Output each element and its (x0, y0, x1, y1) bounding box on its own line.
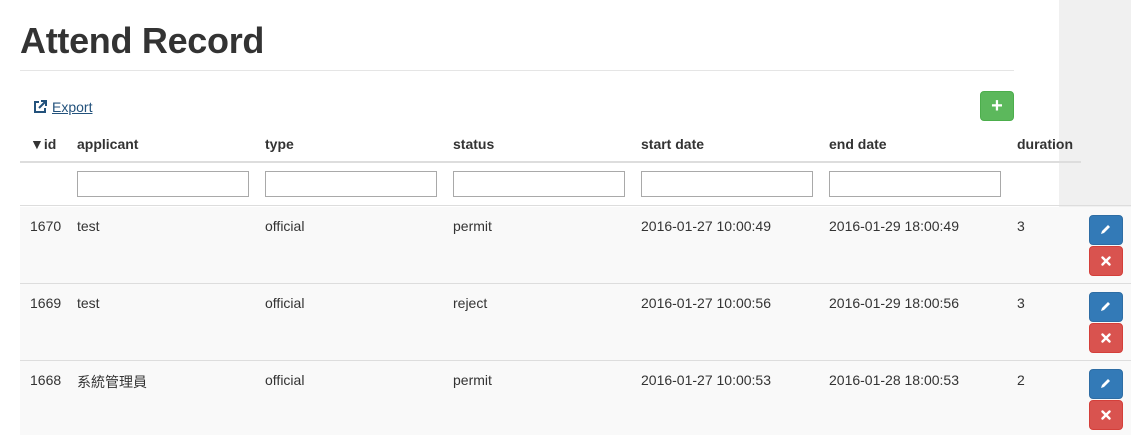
cell-duration: 2 (1017, 372, 1025, 388)
cell-start-date: 2016-01-27 10:00:53 (641, 372, 771, 388)
cell-applicant: test (77, 295, 100, 311)
column-header-start-date[interactable]: start date (641, 136, 704, 152)
column-header-duration[interactable]: duration (1017, 136, 1073, 152)
column-header-id[interactable]: ▼id (30, 136, 56, 152)
edit-button[interactable] (1089, 215, 1123, 245)
cell-applicant: 系統管理員 (77, 374, 147, 390)
cell-type: official (265, 372, 305, 388)
cell-id: 1670 (30, 218, 62, 234)
cell-id: 1668 (30, 372, 62, 388)
cell-status: permit (453, 218, 492, 234)
column-header-id-label: id (43, 136, 57, 152)
filter-start-date-input[interactable] (641, 171, 813, 197)
column-header-end-date[interactable]: end date (829, 136, 887, 152)
cell-end-date: 2016-01-29 18:00:49 (829, 218, 959, 234)
cell-status: permit (453, 372, 492, 388)
edit-button[interactable] (1089, 369, 1123, 399)
cell-start-date: 2016-01-27 10:00:56 (641, 295, 771, 311)
filter-status-input[interactable] (453, 171, 625, 197)
external-link-icon (33, 100, 47, 114)
close-icon (1101, 254, 1111, 269)
pencil-icon (1100, 300, 1112, 315)
export-label: Export (52, 99, 93, 115)
cell-end-date: 2016-01-29 18:00:56 (829, 295, 959, 311)
table-row (20, 361, 1131, 435)
close-icon (1101, 331, 1111, 346)
delete-button[interactable] (1089, 400, 1123, 430)
cell-end-date: 2016-01-28 18:00:53 (829, 372, 959, 388)
pencil-icon (1100, 377, 1112, 392)
cell-duration: 3 (1017, 218, 1025, 234)
delete-button[interactable] (1089, 246, 1123, 276)
table-row (20, 207, 1131, 283)
delete-button[interactable] (1089, 323, 1123, 353)
column-header-type[interactable]: type (265, 136, 294, 152)
filter-type-input[interactable] (265, 171, 437, 197)
cell-duration: 3 (1017, 295, 1025, 311)
cell-id: 1669 (30, 295, 62, 311)
cell-applicant: test (77, 218, 100, 234)
close-icon (1101, 408, 1111, 423)
cell-start-date: 2016-01-27 10:00:49 (641, 218, 771, 234)
header-divider (20, 161, 1081, 163)
cell-status: reject (453, 295, 488, 311)
cell-type: official (265, 295, 305, 311)
column-header-status[interactable]: status (453, 136, 494, 152)
filter-applicant-input[interactable] (77, 171, 249, 197)
plus-icon: + (991, 94, 1003, 117)
column-header-applicant[interactable]: applicant (77, 136, 138, 152)
filter-end-date-input[interactable] (829, 171, 1001, 197)
cell-type: official (265, 218, 305, 234)
filter-divider (20, 205, 1131, 206)
pencil-icon (1100, 223, 1112, 238)
table-row (20, 284, 1131, 360)
export-link[interactable]: Export (33, 99, 92, 115)
add-record-button[interactable]: + (980, 91, 1014, 121)
page-title: Attend Record (20, 20, 265, 61)
title-divider (20, 70, 1014, 71)
edit-button[interactable] (1089, 292, 1123, 322)
sort-descending-icon: ▼ (30, 136, 44, 152)
